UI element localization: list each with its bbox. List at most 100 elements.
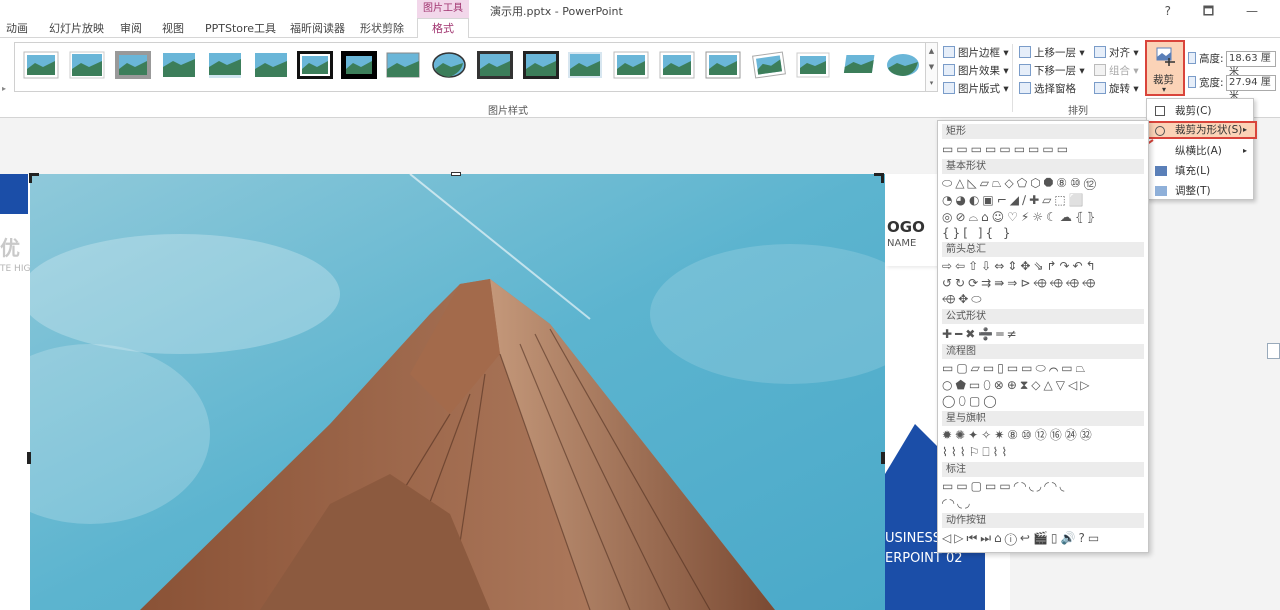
slide-business-line2: ERPOINT 02 [885, 551, 963, 566]
bring-forward-button[interactable]: 上移一层 ▾ [1019, 44, 1085, 62]
align-button[interactable]: 对齐 ▾ [1094, 44, 1139, 62]
shape-row-arrows-1[interactable]: ⇨⇦⇧⇩⇔⇕✥⇘↱↷↶↰ [942, 258, 1099, 274]
crop-shape-icon [1155, 126, 1165, 136]
shape-row-flow-1[interactable]: ▭▢▱▭▯▭▭⬭⌒▭⏢ [942, 360, 1088, 376]
menu-item-aspect-ratio[interactable]: 纵横比(A) ▸ [1147, 141, 1253, 161]
shape-row-basic-2[interactable]: ◔◕◐▣⌐◢∕✚▱⬚⬜ [942, 192, 1087, 208]
tab-review[interactable]: 审阅 [120, 20, 142, 38]
shape-row-arrows-3[interactable]: ⬲✥⬭ [942, 291, 985, 307]
section-equation-shapes: 公式形状 [942, 309, 1144, 324]
logo-card: OGO NAME [885, 174, 945, 266]
align-icon [1094, 46, 1106, 58]
shape-row-flow-3[interactable]: ◯⬯▢◯ [942, 393, 1000, 409]
picture-style-thumb[interactable] [253, 51, 289, 79]
picture-style-thumb[interactable] [613, 51, 649, 79]
picture-tools-context-label: 图片工具 [417, 0, 469, 18]
section-block-arrows: 箭头总汇 [942, 242, 1144, 257]
ribbon-left-scroll-icon[interactable]: ▸ [2, 84, 6, 93]
shape-row-callouts-1[interactable]: ▭▭▢▭▭◜◝◟◞◜◝◟ [942, 478, 1067, 494]
width-input[interactable]: 27.94 厘米 [1226, 75, 1276, 102]
shape-row-flow-2[interactable]: ○⬟▭⬯⊗⊕⧗◇△▽◁▷ [942, 377, 1092, 393]
tab-shape-cut[interactable]: 形状剪除 [360, 20, 404, 38]
crop-dropdown-menu: 裁剪(C) 裁剪为形状(S) ▸ 纵横比(A) ▸ 填充(L) 调整(T) [1145, 98, 1257, 201]
group-separator [1012, 44, 1013, 112]
tab-pptstore[interactable]: PPTStore工具 [205, 20, 276, 38]
tab-slideshow[interactable]: 幻灯片放映 [49, 20, 104, 38]
slide-left-title: 优 [0, 236, 20, 260]
crop-button[interactable]: 裁剪 ▾ [1145, 40, 1185, 96]
picture-style-thumb[interactable] [659, 51, 695, 79]
picture-style-thumb[interactable] [705, 51, 741, 79]
picture-effects-icon [943, 64, 955, 76]
bring-forward-icon [1019, 46, 1031, 58]
picture-layout-button[interactable]: 图片版式 ▾ [943, 80, 1009, 98]
crop-to-shape-submenu: 矩形 ▭▭▭▭▭▭▭▭▭ 基本形状 ⬭△◺▱⏢◇⬠⬡⯃⑧⑩⑫ ◔◕◐▣⌐◢∕✚▱… [937, 120, 1149, 553]
rotate-icon [1094, 82, 1106, 94]
picture-styles-gallery[interactable] [14, 42, 926, 92]
picture-style-thumb[interactable] [751, 51, 787, 79]
slide-left-subtitle: TE HIG [0, 264, 31, 274]
shape-row-action-buttons[interactable]: ◁▷⏮⏭⌂ⓘ↩🎬▯🔊?▭ [942, 530, 1102, 546]
selected-building-photo[interactable] [30, 174, 885, 610]
picture-style-thumb[interactable] [207, 51, 243, 79]
group-icon [1094, 64, 1106, 76]
menu-item-crop-to-shape[interactable]: 裁剪为形状(S) ▸ [1145, 121, 1257, 139]
tab-view[interactable]: 视图 [162, 20, 184, 38]
shape-row-stars-1[interactable]: ✹✺✦✧✷⑧⑩⑫⑯㉔㉜ [942, 427, 1095, 443]
crop-icon [1156, 47, 1175, 66]
menu-item-fit[interactable]: 调整(T) [1147, 181, 1253, 201]
shape-row-arrows-2[interactable]: ↺↻⟳⇉⇛⇒⊳⬲⬲⬲⬲ [942, 275, 1098, 291]
building-image [30, 174, 885, 610]
shape-row-rectangles[interactable]: ▭▭▭▭▭▭▭▭▭ [942, 141, 1071, 157]
tab-format[interactable]: 格式 [417, 18, 469, 39]
submenu-arrow-icon: ▸ [1243, 146, 1248, 155]
menu-item-crop[interactable]: 裁剪(C) [1147, 101, 1253, 121]
picture-style-thumb[interactable] [885, 51, 921, 79]
section-callouts: 标注 [942, 462, 1144, 477]
send-backward-icon [1019, 64, 1031, 76]
crop-small-icon [1155, 106, 1165, 116]
picture-style-thumb[interactable] [385, 51, 421, 79]
rotate-button[interactable]: 旋转 ▾ [1094, 80, 1139, 98]
shape-row-callouts-2[interactable]: ◜◝◟◞ [942, 495, 973, 511]
section-stars-banners: 星与旗帜 [942, 411, 1144, 426]
picture-border-button[interactable]: 图片边框 ▾ [943, 44, 1009, 62]
picture-style-thumb[interactable] [23, 51, 59, 79]
picture-style-thumb[interactable] [841, 51, 877, 79]
picture-style-thumb[interactable] [161, 51, 197, 79]
window-controls[interactable]: ? 🗖 — [1165, 2, 1272, 23]
fill-icon [1155, 166, 1167, 176]
picture-style-thumb[interactable] [69, 51, 105, 79]
side-panel-icon[interactable] [1267, 343, 1280, 359]
selection-pane-button[interactable]: 选择窗格 [1019, 80, 1076, 98]
height-input[interactable]: 18.63 厘米 [1226, 51, 1276, 78]
picture-style-thumb[interactable] [567, 51, 603, 79]
shape-row-basic-1[interactable]: ⬭△◺▱⏢◇⬠⬡⯃⑧⑩⑫ [942, 175, 1099, 191]
shape-row-basic-4[interactable]: {}[ ]{ } [942, 225, 1014, 241]
logo-name: NAME [887, 238, 917, 249]
send-backward-button[interactable]: 下移一层 ▾ [1019, 62, 1085, 80]
crop-dropdown-icon: ▾ [1162, 85, 1167, 94]
tab-animations[interactable]: 动画 [6, 20, 28, 38]
picture-style-thumb[interactable] [115, 51, 151, 79]
group-button[interactable]: 组合 ▾ [1094, 62, 1139, 80]
height-control: 高度: [1188, 50, 1224, 68]
section-rectangles: 矩形 [942, 124, 1144, 139]
section-flowchart: 流程图 [942, 344, 1144, 359]
picture-style-thumb[interactable] [341, 51, 377, 79]
shape-row-stars-2[interactable]: ⌇⌇⌇⚐⎕⌇⌇ [942, 444, 1010, 460]
menu-item-fill[interactable]: 填充(L) [1147, 161, 1253, 181]
gallery-scroll[interactable]: ▲ ▼ ▾ [926, 42, 938, 92]
picture-style-thumb[interactable] [523, 51, 559, 79]
picture-effects-button[interactable]: 图片效果 ▾ [943, 62, 1009, 80]
shape-row-basic-3[interactable]: ◎⊘⌓⌂☺♡⚡☼☾☁⦃⦄ [942, 209, 1098, 225]
arrange-group-label: 排列 [1068, 106, 1088, 117]
shape-row-math[interactable]: ✚━✖➗═≠ [942, 326, 1020, 342]
picture-style-thumb[interactable] [297, 51, 333, 79]
tab-foxit[interactable]: 福昕阅读器 [290, 20, 345, 38]
picture-style-thumb[interactable] [795, 51, 831, 79]
slide-business-line1: USINESS [885, 531, 942, 546]
picture-style-thumb[interactable] [477, 51, 513, 79]
picture-style-thumb[interactable] [431, 51, 467, 79]
width-control: 宽度: [1188, 74, 1224, 92]
